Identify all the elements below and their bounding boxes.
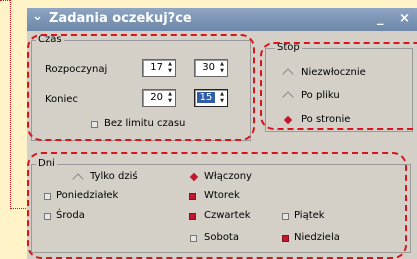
days-group-highlight	[27, 152, 407, 259]
annotation-connector	[0, 0, 10, 1]
window-title: Zadania oczekuj?ce	[49, 11, 192, 26]
close-icon[interactable]: ×	[399, 11, 410, 26]
title-bar[interactable]: ⌄ Zadania oczekuj?ce _ ×	[27, 8, 417, 31]
minimize-icon[interactable]: _	[377, 11, 384, 26]
window-menu-icon[interactable]: ⌄	[32, 9, 43, 24]
annotation-connector	[10, 0, 11, 209]
time-group-highlight	[27, 34, 255, 141]
stop-group-highlight	[260, 42, 417, 130]
